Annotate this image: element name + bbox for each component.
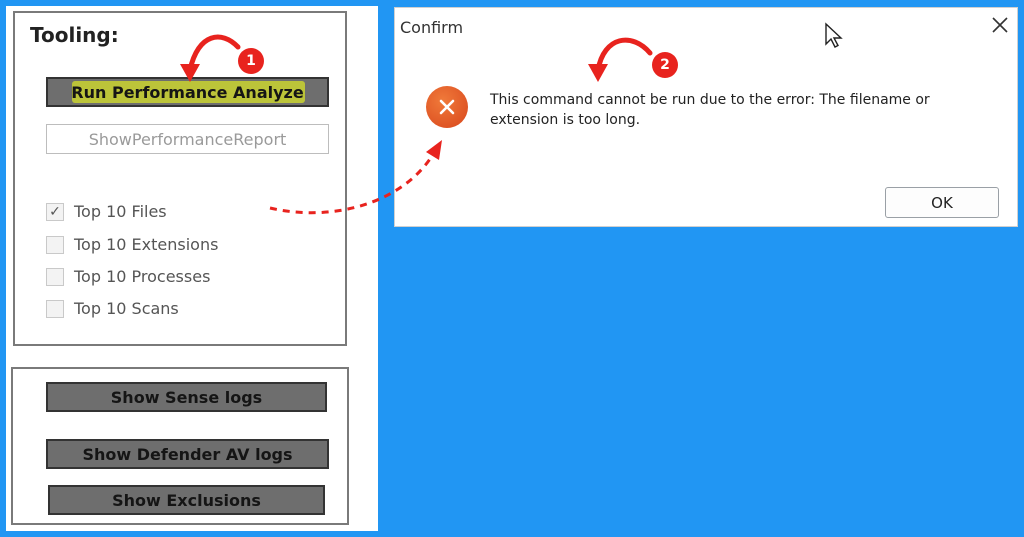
checkbox-label: Top 10 Extensions — [74, 235, 219, 254]
checkbox-label: Top 10 Scans — [74, 299, 179, 318]
confirm-dialog: Confirm This command cannot be run due t… — [394, 7, 1018, 227]
annotation-badge-1: 1 — [238, 48, 264, 74]
show-exclusions-button[interactable]: Show Exclusions — [48, 485, 325, 515]
error-message: This command cannot be run due to the er… — [490, 92, 930, 128]
tooling-group — [13, 11, 347, 346]
checkbox-top-10-scans[interactable]: Top 10 Scans — [46, 299, 179, 318]
checkbox-top-10-files[interactable]: ✓ Top 10 Files — [46, 202, 167, 221]
annotation-badge-2: 2 — [652, 52, 678, 78]
show-performance-report-button[interactable]: ShowPerformanceReport — [46, 124, 329, 154]
checkbox-label: Top 10 Processes — [74, 267, 211, 286]
checkbox-box[interactable] — [46, 267, 64, 286]
ok-button[interactable]: OK — [885, 187, 999, 218]
error-icon — [426, 86, 468, 128]
show-defender-av-logs-button[interactable]: Show Defender AV logs — [46, 439, 329, 469]
checkbox-top-10-processes[interactable]: Top 10 Processes — [46, 267, 210, 286]
run-performance-analyze-button[interactable]: Run Performance Analyze — [46, 77, 329, 107]
tooling-title: Tooling: — [30, 23, 119, 47]
checkbox-box[interactable] — [46, 235, 64, 254]
dialog-title: Confirm — [400, 18, 464, 37]
show-sense-logs-button[interactable]: Show Sense logs — [46, 382, 327, 412]
run-performance-analyze-label: Run Performance Analyze — [71, 82, 304, 102]
checkbox-box[interactable] — [46, 299, 64, 318]
checkbox-box[interactable]: ✓ — [46, 202, 64, 221]
close-icon[interactable] — [989, 14, 1011, 36]
mouse-cursor-icon — [824, 22, 844, 54]
checkbox-top-10-extensions[interactable]: Top 10 Extensions — [46, 235, 218, 254]
checkbox-label: Top 10 Files — [74, 202, 167, 221]
